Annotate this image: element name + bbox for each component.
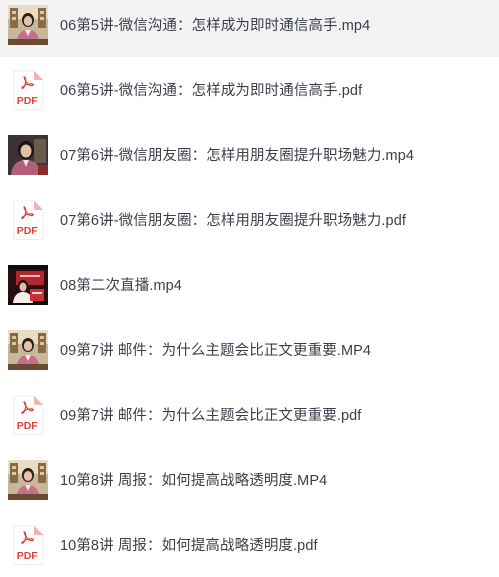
- video-thumbnail: [8, 459, 48, 500]
- file-list-item[interactable]: 07第6讲-微信朋友圈：怎样用朋友圈提升职场魅力.mp4: [0, 122, 499, 187]
- video-thumbnail: [8, 264, 48, 305]
- video-thumbnail-image: [8, 134, 48, 175]
- file-name: 06第5讲-微信沟通：怎样成为即时通信高手.mp4: [60, 18, 371, 34]
- file-list-item[interactable]: PDF 06第5讲-微信沟通：怎样成为即时通信高手.pdf: [0, 57, 499, 122]
- video-thumbnail: [8, 134, 48, 175]
- pdf-file-thumbnail: PDF: [8, 70, 48, 110]
- file-list-item[interactable]: PDF 10第8讲 周报：如何提高战略透明度.pdf: [0, 512, 499, 577]
- file-name: 06第5讲-微信沟通：怎样成为即时通信高手.pdf: [60, 83, 363, 99]
- pdf-icon: PDF: [13, 70, 44, 110]
- file-name: 09第7讲 邮件：为什么主题会比正文更重要.MP4: [60, 343, 372, 359]
- video-thumbnail: [8, 329, 48, 370]
- file-list-item[interactable]: 09第7讲 邮件：为什么主题会比正文更重要.MP4: [0, 317, 499, 382]
- file-name: 08第二次直播.mp4: [60, 278, 182, 294]
- svg-text:PDF: PDF: [17, 420, 39, 432]
- svg-text:PDF: PDF: [17, 225, 39, 237]
- pdf-icon: PDF: [13, 395, 44, 435]
- file-name: 07第6讲-微信朋友圈：怎样用朋友圈提升职场魅力.pdf: [60, 213, 407, 229]
- video-thumbnail-image: [8, 329, 48, 370]
- file-list-item[interactable]: 06第5讲-微信沟通：怎样成为即时通信高手.mp4: [0, 0, 499, 57]
- file-name: 10第8讲 周报：如何提高战略透明度.MP4: [60, 473, 328, 489]
- video-thumbnail-image: [8, 459, 48, 500]
- pdf-file-thumbnail: PDF: [8, 395, 48, 435]
- file-name: 09第7讲 邮件：为什么主题会比正文更重要.pdf: [60, 408, 362, 424]
- video-thumbnail-image: [8, 4, 48, 45]
- file-list-item[interactable]: PDF 09第7讲 邮件：为什么主题会比正文更重要.pdf: [0, 382, 499, 447]
- file-list-item[interactable]: PDF 07第6讲-微信朋友圈：怎样用朋友圈提升职场魅力.pdf: [0, 187, 499, 252]
- pdf-icon: PDF: [13, 525, 44, 565]
- pdf-file-thumbnail: PDF: [8, 200, 48, 240]
- video-thumbnail-image: [8, 264, 48, 305]
- pdf-file-thumbnail: PDF: [8, 525, 48, 565]
- pdf-icon: PDF: [13, 200, 44, 240]
- file-name: 10第8讲 周报：如何提高战略透明度.pdf: [60, 538, 318, 554]
- video-thumbnail: [8, 4, 48, 45]
- file-list-item[interactable]: 08第二次直播.mp4: [0, 252, 499, 317]
- file-name: 07第6讲-微信朋友圈：怎样用朋友圈提升职场魅力.mp4: [60, 148, 415, 164]
- file-list: 06第5讲-微信沟通：怎样成为即时通信高手.mp4 PDF 06第5讲-微信沟通…: [0, 0, 499, 577]
- svg-text:PDF: PDF: [17, 95, 39, 107]
- file-list-item[interactable]: 10第8讲 周报：如何提高战略透明度.MP4: [0, 447, 499, 512]
